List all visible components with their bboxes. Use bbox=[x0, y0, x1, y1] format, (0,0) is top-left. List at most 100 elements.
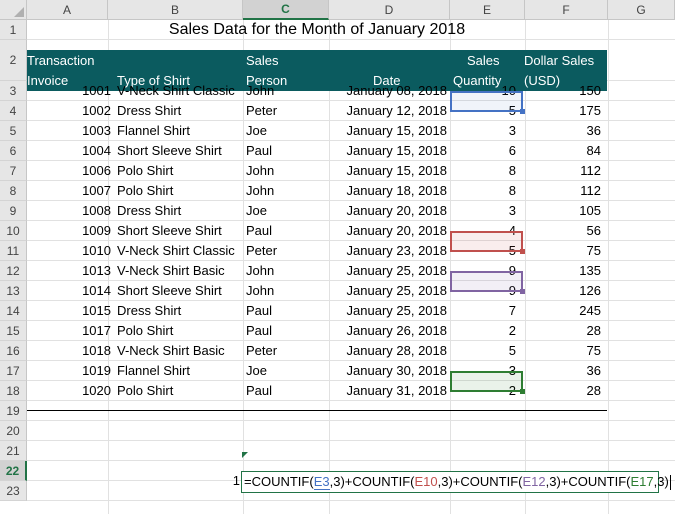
cell-invoice[interactable]: 1013 bbox=[27, 261, 111, 281]
cell-quantity[interactable]: 6 bbox=[450, 141, 516, 161]
cell-date[interactable]: January 12, 2018 bbox=[329, 101, 447, 121]
cell-shirt-type[interactable]: V-Neck Shirt Classic bbox=[117, 241, 247, 261]
cell-sales-person[interactable]: Paul bbox=[246, 301, 326, 321]
row-header-17[interactable]: 17 bbox=[0, 361, 27, 381]
row-header-20[interactable]: 20 bbox=[0, 421, 27, 441]
row-header-4[interactable]: 4 bbox=[0, 101, 27, 121]
column-header-b[interactable]: B bbox=[108, 0, 243, 20]
spreadsheet-grid[interactable]: ABCDEFG 1 2 3 4 5 6 7 8 9 10 11 12 13 14 15 16 17 18 19 20 2… bbox=[0, 0, 675, 514]
row-header-15[interactable]: 15 bbox=[0, 321, 27, 341]
cell-shirt-type[interactable]: Polo Shirt bbox=[117, 181, 247, 201]
column-header-c[interactable]: C bbox=[243, 0, 329, 20]
cell-dollar-sales[interactable]: 150 bbox=[525, 81, 601, 101]
cell-dollar-sales[interactable]: 28 bbox=[525, 321, 601, 341]
cell-invoice[interactable]: 1007 bbox=[27, 181, 111, 201]
cell-date[interactable]: January 23, 2018 bbox=[329, 241, 447, 261]
cell-invoice[interactable]: 1004 bbox=[27, 141, 111, 161]
cell-dollar-sales[interactable]: 36 bbox=[525, 121, 601, 141]
cell-date[interactable]: January 08, 2018 bbox=[329, 81, 447, 101]
cell-date[interactable]: January 31, 2018 bbox=[329, 381, 447, 401]
cell-shirt-type[interactable]: Short Sleeve Shirt bbox=[117, 141, 247, 161]
cell-invoice[interactable]: 1009 bbox=[27, 221, 111, 241]
cell-date[interactable]: January 25, 2018 bbox=[329, 301, 447, 321]
cell-sales-person[interactable]: John bbox=[246, 281, 326, 301]
header-sales-qty[interactable]: Sales bbox=[467, 53, 500, 68]
cell-dollar-sales[interactable]: 126 bbox=[525, 281, 601, 301]
cell-shirt-type[interactable]: V-Neck Shirt Basic bbox=[117, 261, 247, 281]
cell-shirt-type[interactable]: Flannel Shirt bbox=[117, 121, 247, 141]
row-header-8[interactable]: 8 bbox=[0, 181, 27, 201]
cell-dollar-sales[interactable]: 56 bbox=[525, 221, 601, 241]
cell-sales-person[interactable]: John bbox=[246, 81, 326, 101]
cell-quantity[interactable]: 7 bbox=[450, 301, 516, 321]
cell-invoice[interactable]: 1008 bbox=[27, 201, 111, 221]
cell-date[interactable]: January 28, 2018 bbox=[329, 341, 447, 361]
column-header-f[interactable]: F bbox=[525, 0, 608, 20]
cell-shirt-type[interactable]: Polo Shirt bbox=[117, 381, 247, 401]
cell-date[interactable]: January 30, 2018 bbox=[329, 361, 447, 381]
cell-quantity[interactable]: 3 bbox=[450, 121, 516, 141]
cell-invoice[interactable]: 1017 bbox=[27, 321, 111, 341]
row-header-11[interactable]: 11 bbox=[0, 241, 27, 261]
cell-sales-person[interactable]: John bbox=[246, 181, 326, 201]
row-header-9[interactable]: 9 bbox=[0, 201, 27, 221]
cell-sales-person[interactable]: Peter bbox=[246, 241, 326, 261]
header-sales[interactable]: Sales bbox=[246, 53, 279, 68]
cell-shirt-type[interactable]: Dress Shirt bbox=[117, 201, 247, 221]
row-header-23[interactable]: 23 bbox=[0, 481, 27, 501]
cell-dollar-sales[interactable]: 28 bbox=[525, 381, 601, 401]
row-header-5[interactable]: 5 bbox=[0, 121, 27, 141]
cell-invoice[interactable]: 1002 bbox=[27, 101, 111, 121]
row-header-6[interactable]: 6 bbox=[0, 141, 27, 161]
column-header-d[interactable]: D bbox=[329, 0, 450, 20]
cell-dollar-sales[interactable]: 112 bbox=[525, 181, 601, 201]
row-header-13[interactable]: 13 bbox=[0, 281, 27, 301]
cell-b22-value[interactable]: 1 bbox=[226, 471, 240, 491]
cell-dollar-sales[interactable]: 75 bbox=[525, 241, 601, 261]
cell-invoice[interactable]: 1015 bbox=[27, 301, 111, 321]
row-header-16[interactable]: 16 bbox=[0, 341, 27, 361]
cell-quantity[interactable]: 5 bbox=[450, 341, 516, 361]
row-header-12[interactable]: 12 bbox=[0, 261, 27, 281]
cell-sales-person[interactable]: Paul bbox=[246, 221, 326, 241]
select-all-corner[interactable] bbox=[0, 0, 27, 20]
cell-quantity[interactable]: 8 bbox=[450, 181, 516, 201]
cell-dollar-sales[interactable]: 84 bbox=[525, 141, 601, 161]
cell-date[interactable]: January 15, 2018 bbox=[329, 161, 447, 181]
formula-edit-cell[interactable]: =COUNTIF(E3,3)+COUNTIF(E10,3)+COUNTIF(E1… bbox=[241, 471, 671, 493]
cell-quantity[interactable]: 2 bbox=[450, 321, 516, 341]
row-header-10[interactable]: 10 bbox=[0, 221, 27, 241]
cell-shirt-type[interactable]: Polo Shirt bbox=[117, 321, 247, 341]
row-header-1[interactable]: 1 bbox=[0, 20, 27, 40]
cell-date[interactable]: January 20, 2018 bbox=[329, 221, 447, 241]
row-header-3[interactable]: 3 bbox=[0, 81, 27, 101]
cell-sales-person[interactable]: Peter bbox=[246, 341, 326, 361]
sheet-title[interactable]: Sales Data for the Month of January 2018 bbox=[27, 20, 607, 40]
column-header-a[interactable]: A bbox=[27, 0, 108, 20]
cell-date[interactable]: January 25, 2018 bbox=[329, 261, 447, 281]
cell-date[interactable]: January 18, 2018 bbox=[329, 181, 447, 201]
row-header-18[interactable]: 18 bbox=[0, 381, 27, 401]
cell-dollar-sales[interactable]: 175 bbox=[525, 101, 601, 121]
cell-quantity[interactable]: 8 bbox=[450, 161, 516, 181]
cell-invoice[interactable]: 1010 bbox=[27, 241, 111, 261]
cell-invoice[interactable]: 1003 bbox=[27, 121, 111, 141]
cell-sales-person[interactable]: Joe bbox=[246, 361, 326, 381]
cell-invoice[interactable]: 1019 bbox=[27, 361, 111, 381]
cell-dollar-sales[interactable]: 105 bbox=[525, 201, 601, 221]
cell-dollar-sales[interactable]: 36 bbox=[525, 361, 601, 381]
cell-invoice[interactable]: 1018 bbox=[27, 341, 111, 361]
cell-shirt-type[interactable]: Polo Shirt bbox=[117, 161, 247, 181]
cell-shirt-type[interactable]: Flannel Shirt bbox=[117, 361, 247, 381]
cell-sales-person[interactable]: Paul bbox=[246, 381, 326, 401]
cell-sales-person[interactable]: Paul bbox=[246, 321, 326, 341]
cell-dollar-sales[interactable]: 135 bbox=[525, 261, 601, 281]
row-header-7[interactable]: 7 bbox=[0, 161, 27, 181]
header-dollar-sales[interactable]: Dollar Sales bbox=[524, 53, 594, 68]
cell-sales-person[interactable]: John bbox=[246, 161, 326, 181]
row-header-19[interactable]: 19 bbox=[0, 401, 27, 421]
cell-sales-person[interactable]: Paul bbox=[246, 141, 326, 161]
cell-quantity[interactable]: 3 bbox=[450, 201, 516, 221]
cell-invoice[interactable]: 1020 bbox=[27, 381, 111, 401]
column-header-g[interactable]: G bbox=[608, 0, 675, 20]
